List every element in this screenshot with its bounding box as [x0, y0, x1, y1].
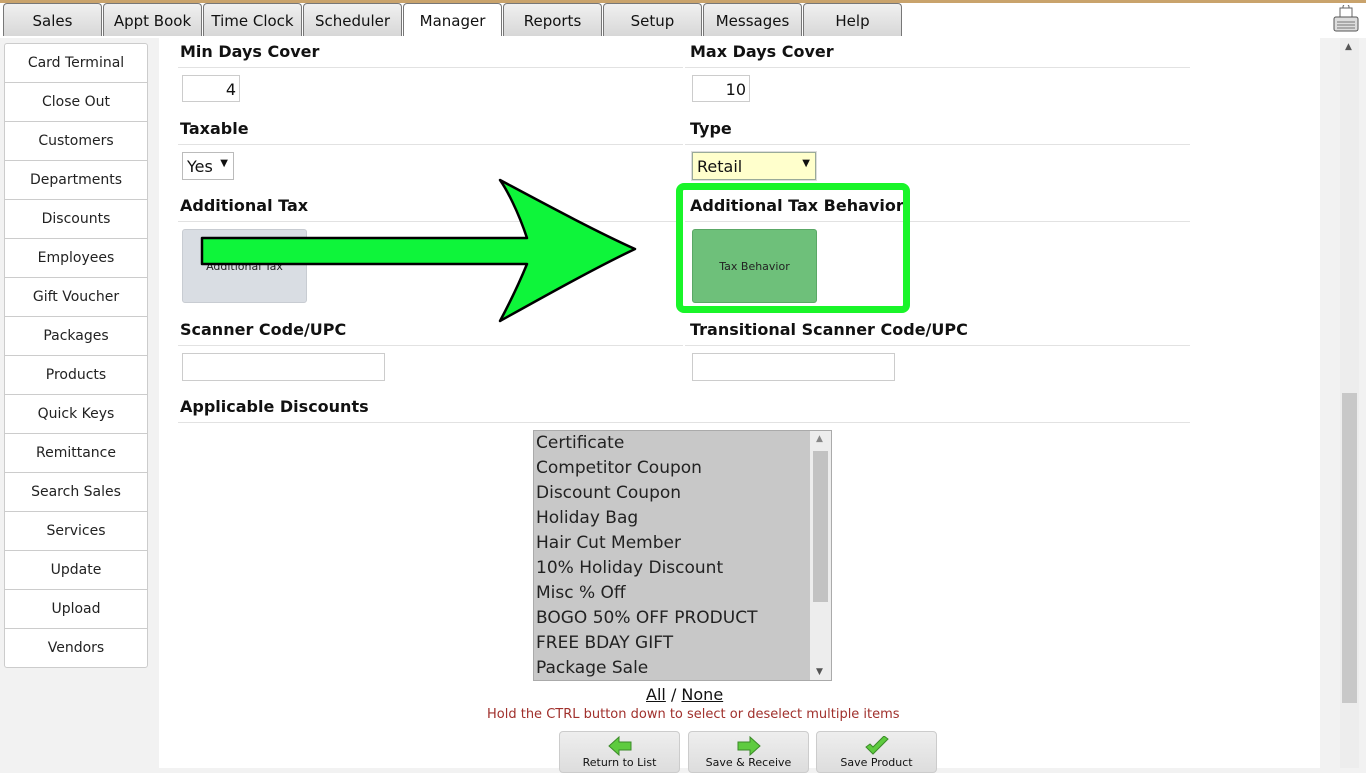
separator: /: [670, 685, 677, 704]
discounts-scrollbar[interactable]: ▲ ▼: [810, 431, 831, 680]
page-scrollbar[interactable]: ▲: [1340, 38, 1359, 768]
divider: [178, 67, 683, 68]
dropdown-arrow-icon: ▼: [220, 158, 228, 169]
taxable-select-value: Yes: [187, 157, 213, 176]
type-select[interactable]: Retail ▼: [692, 152, 816, 180]
annotation-highlight-box: [676, 183, 910, 313]
taxable-label: Taxable: [180, 119, 249, 138]
divider: [685, 144, 1190, 145]
list-item[interactable]: Discount Coupon: [534, 481, 831, 506]
scroll-down-icon[interactable]: ▼: [816, 667, 823, 677]
transitional-scanner-code-input[interactable]: [692, 353, 895, 381]
divider: [685, 67, 1190, 68]
list-item[interactable]: Holiday Bag: [534, 506, 831, 531]
divider: [685, 345, 1190, 346]
green-left-arrow-icon: [607, 736, 631, 756]
sidebar-item-card-terminal[interactable]: Card Terminal: [5, 44, 147, 83]
tab-help[interactable]: Help: [803, 3, 902, 36]
list-item[interactable]: Misc % Off: [534, 581, 831, 606]
max-days-cover-input[interactable]: 10: [692, 75, 750, 102]
select-none-link[interactable]: None: [681, 685, 723, 704]
tab-appt-book[interactable]: Appt Book: [103, 3, 202, 36]
scroll-up-icon[interactable]: ▲: [1345, 42, 1352, 52]
sidebar-item-gift-voucher[interactable]: Gift Voucher: [5, 278, 147, 317]
select-all-none: All / None: [646, 685, 723, 704]
sidebar-item-close-out[interactable]: Close Out: [5, 83, 147, 122]
tab-time-clock[interactable]: Time Clock: [203, 3, 302, 36]
sidebar-item-search-sales[interactable]: Search Sales: [5, 473, 147, 512]
sidebar-item-remittance[interactable]: Remittance: [5, 434, 147, 473]
sidebar-item-update[interactable]: Update: [5, 551, 147, 590]
sidebar-item-services[interactable]: Services: [5, 512, 147, 551]
scrollbar-thumb[interactable]: [1342, 393, 1357, 703]
sidebar-item-customers[interactable]: Customers: [5, 122, 147, 161]
max-days-cover-label: Max Days Cover: [690, 42, 834, 61]
sidebar-item-discounts[interactable]: Discounts: [5, 200, 147, 239]
sidebar-item-upload[interactable]: Upload: [5, 590, 147, 629]
sidebar-item-employees[interactable]: Employees: [5, 239, 147, 278]
min-days-cover-label: Min Days Cover: [180, 42, 320, 61]
sidebar-item-packages[interactable]: Packages: [5, 317, 147, 356]
list-item[interactable]: Certificate: [534, 431, 831, 456]
top-navigation-bar: Sales Appt Book Time Clock Scheduler Man…: [0, 0, 1366, 38]
print-icon[interactable]: [1332, 5, 1360, 35]
product-form: Min Days Cover Max Days Cover 4 10 Taxab…: [159, 38, 1320, 773]
list-item[interactable]: Competitor Coupon: [534, 456, 831, 481]
green-right-arrow-icon: [737, 736, 761, 756]
type-select-value: Retail: [697, 157, 743, 176]
tab-messages[interactable]: Messages: [703, 3, 802, 36]
list-item[interactable]: Hair Cut Member: [534, 531, 831, 556]
list-item[interactable]: 10% Holiday Discount: [534, 556, 831, 581]
annotation-arrow-icon: [200, 178, 637, 323]
tab-reports[interactable]: Reports: [503, 3, 602, 36]
sidebar-item-products[interactable]: Products: [5, 356, 147, 395]
main-tabs: Sales Appt Book Time Clock Scheduler Man…: [3, 3, 903, 36]
return-to-list-label: Return to List: [582, 756, 657, 769]
list-item[interactable]: Package Sale: [534, 656, 831, 680]
sidebar-item-vendors[interactable]: Vendors: [5, 629, 147, 667]
save-product-label: Save Product: [840, 756, 913, 769]
save-product-button[interactable]: Save Product: [816, 731, 937, 773]
applicable-discounts-label: Applicable Discounts: [180, 397, 369, 416]
select-all-link[interactable]: All: [646, 685, 666, 704]
dropdown-arrow-icon: ▼: [802, 158, 810, 169]
tab-setup[interactable]: Setup: [603, 3, 702, 36]
tab-manager[interactable]: Manager: [403, 3, 502, 36]
transitional-scanner-code-label: Transitional Scanner Code/UPC: [690, 320, 968, 339]
min-days-cover-input[interactable]: 4: [182, 75, 240, 102]
sidebar-item-departments[interactable]: Departments: [5, 161, 147, 200]
list-item[interactable]: BOGO 50% OFF PRODUCT: [534, 606, 831, 631]
tab-sales[interactable]: Sales: [3, 3, 102, 36]
scrollbar-thumb[interactable]: [813, 451, 828, 602]
divider: [178, 345, 683, 346]
green-check-icon: [864, 736, 889, 755]
sidebar-item-quick-keys[interactable]: Quick Keys: [5, 395, 147, 434]
scanner-code-input[interactable]: [182, 353, 385, 381]
return-to-list-button[interactable]: Return to List: [559, 731, 680, 773]
save-and-receive-label: Save & Receive: [705, 756, 792, 769]
divider: [178, 144, 683, 145]
tab-scheduler[interactable]: Scheduler: [303, 3, 402, 36]
divider: [178, 422, 1190, 423]
list-item[interactable]: FREE BDAY GIFT: [534, 631, 831, 656]
manager-sidebar: Card Terminal Close Out Customers Depart…: [4, 43, 148, 668]
save-and-receive-button[interactable]: Save & Receive: [688, 731, 809, 773]
multiselect-hint: Hold the CTRL button down to select or d…: [487, 707, 900, 722]
type-label: Type: [690, 119, 732, 138]
discounts-multiselect[interactable]: Certificate Competitor Coupon Discount C…: [533, 430, 832, 681]
scroll-up-icon[interactable]: ▲: [816, 434, 823, 444]
